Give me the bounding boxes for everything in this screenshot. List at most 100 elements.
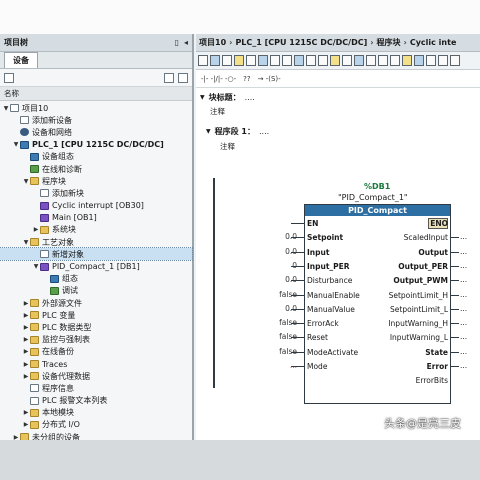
tree-item[interactable]: ▼ 项目10 — [0, 102, 192, 114]
tree-item-label: 项目10 — [22, 103, 49, 113]
expand-toggle-icon[interactable]: ▼ — [22, 239, 30, 246]
tree-item[interactable]: 调试 — [0, 285, 192, 297]
input-wire — [291, 237, 304, 239]
toolbar-button[interactable] — [330, 55, 340, 66]
toolbar-button[interactable] — [450, 55, 460, 66]
expand-toggle-icon[interactable]: ▶ — [22, 409, 30, 416]
expand-toggle-icon[interactable]: ▶ — [22, 373, 30, 380]
tree-item[interactable]: 添加新设备 — [0, 114, 192, 126]
expand-toggle-icon[interactable]: ▶ — [22, 312, 30, 319]
expand-toggle-icon[interactable]: ▶ — [22, 348, 30, 355]
tree-item[interactable]: ▼ 工艺对象 — [0, 236, 192, 248]
folder-icon — [20, 433, 29, 440]
tree-item[interactable]: Main [OB1] — [0, 212, 192, 224]
breadcrumb-item[interactable]: PLC_1 [CPU 1215C DC/DC/DC] — [235, 38, 367, 47]
tree-item[interactable]: ▶ PLC 变量 — [0, 309, 192, 321]
favorite-contacts[interactable]: -|- -|/|- -○- — [201, 75, 236, 83]
tree-item[interactable]: 程序信息 — [0, 382, 192, 394]
pid-compact-block[interactable]: PID_Compact EN Setpoint Input Input_PER Dist… — [304, 204, 451, 404]
network-title-value[interactable]: .... — [259, 127, 269, 136]
block-title-value[interactable]: .... — [245, 93, 255, 102]
favorite-coil[interactable]: → -(S)- — [258, 75, 281, 83]
tree-item[interactable]: 设备组态 — [0, 151, 192, 163]
toolbar-button[interactable] — [234, 55, 244, 66]
expand-toggle-icon[interactable]: ▶ — [22, 300, 30, 307]
breadcrumb-item[interactable]: Cyclic inte — [410, 38, 457, 47]
breadcrumb-item[interactable]: 项目10 — [199, 37, 226, 48]
toolbar-button[interactable] — [402, 55, 412, 66]
output-value[interactable]: ... — [460, 361, 467, 370]
tree-item[interactable]: Cyclic interrupt [OB30] — [0, 200, 192, 212]
tree-item[interactable]: ▶ 设备代理数据 — [0, 370, 192, 382]
tree-item[interactable]: 在线和诊断 — [0, 163, 192, 175]
toolbar-button[interactable] — [246, 55, 256, 66]
list-view-icon[interactable] — [178, 72, 188, 83]
tree-item[interactable]: ▼ 程序块 — [0, 175, 192, 187]
output-value[interactable]: ... — [460, 347, 467, 356]
toolbar-button[interactable] — [426, 55, 436, 66]
expand-toggle-icon[interactable]: ▶ — [22, 324, 30, 331]
toolbar-button[interactable] — [318, 55, 328, 66]
tree-item[interactable]: ▶ 本地模块 — [0, 407, 192, 419]
expand-toggle-icon[interactable]: ▼ — [32, 263, 40, 270]
toolbar-button[interactable] — [354, 55, 364, 66]
expand-toggle-icon[interactable]: ▼ — [22, 178, 30, 185]
network-comment[interactable]: 注释 — [220, 141, 235, 152]
output-value[interactable]: ... — [460, 304, 467, 313]
toolbar-button[interactable] — [414, 55, 424, 66]
toolbar-button[interactable] — [342, 55, 352, 66]
toolbar-button[interactable] — [222, 55, 232, 66]
tab-devices[interactable]: 设备 — [4, 52, 38, 68]
expand-toggle-icon[interactable]: ▼ — [2, 105, 10, 112]
output-value[interactable]: ... — [460, 232, 467, 241]
new-item-icon[interactable] — [4, 72, 14, 83]
tree-item[interactable]: 设备和网络 — [0, 126, 192, 138]
tree-item[interactable]: ▶ 系统块 — [0, 224, 192, 236]
tree-item[interactable]: ▶ 分布式 I/O — [0, 419, 192, 431]
pin-pane-icon[interactable]: ▯ — [175, 38, 179, 47]
toolbar-button[interactable] — [282, 55, 292, 66]
toolbar-button[interactable] — [390, 55, 400, 66]
instance-name[interactable]: "PID_Compact_1" — [338, 193, 408, 202]
block-comment[interactable]: 注释 — [210, 106, 225, 117]
tree-item[interactable]: ▼ PID_Compact_1 [DB1] — [0, 260, 192, 272]
expand-toggle-icon[interactable]: ▶ — [22, 361, 30, 368]
expand-toggle-icon[interactable]: ▶ — [32, 226, 40, 233]
toolbar-button[interactable] — [366, 55, 376, 66]
toolbar-button[interactable] — [258, 55, 268, 66]
tree-item[interactable]: 组态 — [0, 273, 192, 285]
tree-item[interactable]: ▶ PLC 数据类型 — [0, 321, 192, 333]
tree-item[interactable]: ▶ 监控与强制表 — [0, 334, 192, 346]
expand-toggle-icon[interactable]: ▼ — [12, 141, 20, 148]
collapse-pane-icon[interactable]: ◂ — [184, 38, 188, 47]
toolbar-button[interactable] — [198, 55, 208, 66]
toolbar-button[interactable] — [306, 55, 316, 66]
toolbar-button[interactable] — [270, 55, 280, 66]
output-value[interactable]: ... — [460, 290, 467, 299]
output-value[interactable]: ... — [460, 318, 467, 327]
tree-item[interactable]: ▶ Traces — [0, 358, 192, 370]
output-value[interactable]: ... — [460, 261, 467, 270]
output-value[interactable]: ... — [460, 332, 467, 341]
tree-item[interactable]: ▼ PLC_1 [CPU 1215C DC/DC/DC] — [0, 139, 192, 151]
expand-arrow-icon[interactable]: ▼ — [200, 94, 205, 101]
tree-item[interactable]: ▶ 外部源文件 — [0, 297, 192, 309]
toolbar-button[interactable] — [438, 55, 448, 66]
expand-toggle-icon[interactable]: ▶ — [22, 421, 30, 428]
tree-item[interactable]: ▶ 在线备份 — [0, 346, 192, 358]
tree-item[interactable]: PLC 报警文本列表 — [0, 395, 192, 407]
toolbar-button[interactable] — [378, 55, 388, 66]
table-view-icon[interactable] — [164, 72, 174, 83]
expand-arrow-icon[interactable]: ▼ — [206, 128, 211, 135]
toolbar-button[interactable] — [210, 55, 220, 66]
breadcrumb-item[interactable]: 程序块 — [377, 37, 401, 48]
tree-item[interactable]: ▶ 未分组的设备 — [0, 431, 192, 440]
favorite-box[interactable]: ?? — [243, 75, 250, 83]
tree-item-label: 新增对象 — [52, 249, 84, 259]
expand-toggle-icon[interactable]: ▶ — [22, 336, 30, 343]
output-value[interactable]: ... — [460, 247, 467, 256]
tree-item[interactable]: 新增对象 — [0, 247, 193, 262]
tree-item[interactable]: 添加新块 — [0, 187, 192, 199]
output-value[interactable]: ... — [460, 275, 467, 284]
toolbar-button[interactable] — [294, 55, 304, 66]
